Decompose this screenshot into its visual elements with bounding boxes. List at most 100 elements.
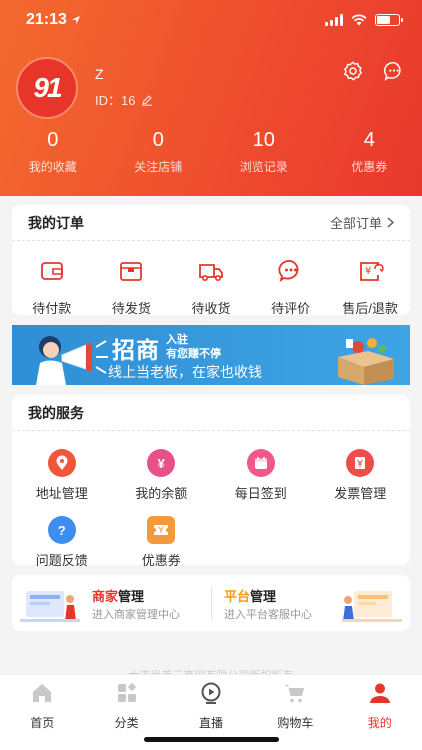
tab-label: 我的 xyxy=(367,716,392,730)
invoice-icon xyxy=(346,449,375,477)
tab-mine[interactable]: 我的 xyxy=(338,675,422,750)
home-indicator xyxy=(144,737,279,742)
order-item-label: 待付款 xyxy=(32,301,72,316)
orders-header: 我的订单 全部订单 xyxy=(12,205,410,241)
stat-value: 10 xyxy=(252,129,275,151)
merchant-title-accent: 商家 xyxy=(92,589,119,604)
merchant-illustration xyxy=(20,591,80,622)
order-item-label: 待发货 xyxy=(111,301,151,316)
wifi-icon xyxy=(351,14,367,26)
avatar-text: 91 xyxy=(33,72,62,103)
platform-illustration xyxy=(342,591,402,622)
stat-value: 0 xyxy=(152,129,164,151)
stat-value: 4 xyxy=(363,129,375,151)
stat-label: 浏览记录 xyxy=(239,160,288,174)
stat-followed-shops[interactable]: 0 关注店铺 xyxy=(106,128,212,175)
tab-label: 直播 xyxy=(198,716,223,730)
stat-coupons[interactable]: 4 优惠券 xyxy=(317,128,422,175)
cart-icon xyxy=(285,685,305,703)
profile-header: 21:13 91 Z ID：16 0 我的收藏 0 关注店铺 10 浏览记录 4 优惠券 xyxy=(0,0,422,196)
tab-label: 分类 xyxy=(114,716,139,730)
banner-tagline: 入驻 有您赚不停 xyxy=(166,333,221,361)
stat-history[interactable]: 10 浏览记录 xyxy=(211,128,317,175)
order-after-sales[interactable]: ¥ 售后/退款 xyxy=(330,257,410,317)
money-bag-icon: ¥ xyxy=(147,449,176,477)
order-item-label: 待收货 xyxy=(191,301,231,316)
question-icon: ? xyxy=(47,516,76,544)
merchant-management[interactable]: 商家管理 进入商家管理中心 xyxy=(12,575,211,631)
message-icon[interactable] xyxy=(383,60,405,82)
location-icon xyxy=(47,449,76,477)
service-invoice[interactable]: 发票管理 xyxy=(311,449,411,502)
coupon-icon xyxy=(147,516,176,544)
user-icon xyxy=(369,683,390,703)
management-card: 商家管理 进入商家管理中心 平台管理 进入平台客服中心 xyxy=(12,575,410,631)
refund-icon: ¥ xyxy=(360,262,384,281)
live-icon xyxy=(201,682,221,704)
category-icon xyxy=(117,683,136,702)
location-arrow-icon xyxy=(71,16,80,24)
merchant-recruit-banner[interactable]: 招商 入驻 有您赚不停 线上当老板，在家也收钱 xyxy=(12,325,410,385)
edit-icon[interactable] xyxy=(141,94,153,106)
stat-label: 关注店铺 xyxy=(134,160,183,174)
order-pending-shipment[interactable]: 待发货 xyxy=(92,257,172,317)
stat-label: 我的收藏 xyxy=(28,160,77,174)
order-item-label: 待评价 xyxy=(271,301,311,316)
service-balance[interactable]: ¥ 我的余额 xyxy=(112,449,212,502)
orders-title: 我的订单 xyxy=(28,214,84,231)
services-grid: 地址管理 ¥ 我的余额 每日签到 发票管理 ? 问题反馈 优惠券 xyxy=(12,431,410,589)
stat-value: 0 xyxy=(47,129,59,151)
tab-home[interactable]: 首页 xyxy=(0,675,84,750)
platform-management[interactable]: 平台管理 进入平台客服中心 xyxy=(211,575,410,631)
service-label: 地址管理 xyxy=(35,486,88,501)
stat-favorites[interactable]: 0 我的收藏 xyxy=(0,128,106,175)
orders-card: 我的订单 全部订单 待付款 待发货 待收货 待评价 ¥ 售后/退款 xyxy=(12,205,410,317)
service-label: 我的余额 xyxy=(135,486,188,501)
user-id-text: ID：16 xyxy=(95,93,136,108)
service-label: 每日签到 xyxy=(234,486,287,501)
chevron-right-icon xyxy=(387,217,394,228)
bottom-tab-bar: 首页 分类 直播 购物车 我的 xyxy=(0,674,422,750)
user-id: ID：16 xyxy=(95,90,153,109)
all-orders-link[interactable]: 全部订单 xyxy=(330,213,394,232)
platform-subtitle: 进入平台客服中心 xyxy=(224,609,312,621)
svg-text:¥: ¥ xyxy=(365,266,371,277)
service-address[interactable]: 地址管理 xyxy=(12,449,112,502)
services-card: 我的服务 地址管理 ¥ 我的余额 每日签到 发票管理 ? 问题反馈 优惠券 xyxy=(12,395,410,568)
service-label: 问题反馈 xyxy=(35,553,88,568)
stats-row: 0 我的收藏 0 关注店铺 10 浏览记录 4 优惠券 xyxy=(0,128,422,175)
banner-tag-line1: 入驻 xyxy=(166,334,188,346)
comment-icon xyxy=(278,260,299,283)
megaphone-woman-illustration xyxy=(36,336,108,385)
tab-label: 首页 xyxy=(30,716,55,730)
service-checkin[interactable]: 每日签到 xyxy=(211,449,311,502)
platform-title-rest: 管理 xyxy=(250,589,277,604)
signal-icon xyxy=(325,14,343,26)
calendar-icon xyxy=(246,449,275,477)
box-icon xyxy=(120,262,143,281)
gift-box-illustration xyxy=(338,338,394,385)
username: Z xyxy=(95,66,104,82)
merchant-subtitle: 进入商家管理中心 xyxy=(92,609,180,621)
home-icon xyxy=(33,684,52,702)
platform-title: 平台管理 xyxy=(224,586,276,605)
order-item-label: 售后/退款 xyxy=(342,301,398,316)
wallet-icon xyxy=(40,262,63,280)
truck-icon xyxy=(199,264,223,281)
service-feedback[interactable]: ? 问题反馈 xyxy=(12,516,112,569)
settings-icon[interactable] xyxy=(342,60,364,82)
time-text: 21:13 xyxy=(26,11,67,28)
service-coupons[interactable]: 优惠券 xyxy=(112,516,212,569)
order-pending-review[interactable]: 待评价 xyxy=(251,257,331,317)
status-time: 21:13 xyxy=(26,11,81,29)
services-header: 我的服务 xyxy=(12,395,410,431)
banner-tag-line2: 有您赚不停 xyxy=(166,348,221,360)
order-pending-receipt[interactable]: 待收货 xyxy=(171,257,251,317)
order-status-row: 待付款 待发货 待收货 待评价 ¥ 售后/退款 xyxy=(12,241,410,317)
battery-icon xyxy=(375,14,403,26)
merchant-title-rest: 管理 xyxy=(118,589,145,604)
avatar[interactable]: 91 xyxy=(16,57,78,119)
service-label: 优惠券 xyxy=(141,553,181,568)
order-pending-payment[interactable]: 待付款 xyxy=(12,257,92,317)
merchant-title: 商家管理 xyxy=(92,586,144,605)
